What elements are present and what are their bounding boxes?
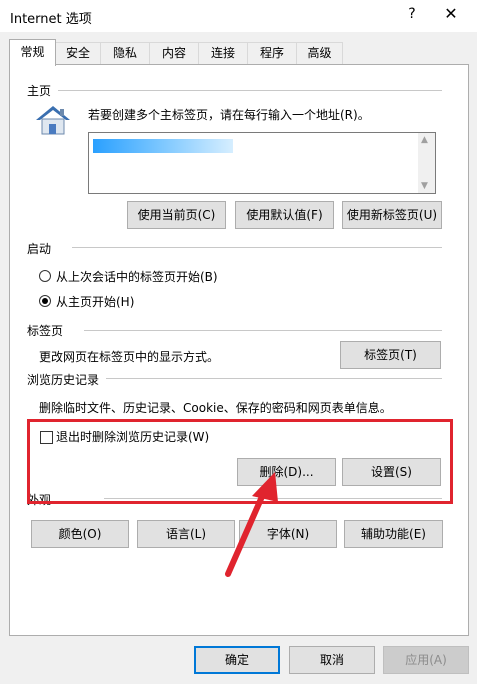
tabs-description: 更改网页在标签页中的显示方式。: [39, 350, 220, 364]
help-icon[interactable]: ?: [400, 6, 424, 26]
window-title: Internet 选项: [10, 12, 92, 27]
tab-advanced[interactable]: 高级: [296, 42, 343, 64]
home-icon: [36, 106, 70, 135]
annotation-arrow: [225, 472, 278, 577]
startup-section-label: 启动: [27, 242, 52, 256]
use-default-button[interactable]: 使用默认值(F): [235, 201, 334, 229]
apply-button[interactable]: 应用(A): [383, 646, 469, 674]
startup-home-radio[interactable]: [39, 295, 51, 307]
startup-separator: [72, 247, 442, 248]
tabs-settings-button[interactable]: 标签页(T): [340, 341, 441, 369]
home-separator: [58, 90, 442, 91]
home-input-scrollbar[interactable]: ▲ ▼: [418, 133, 435, 193]
tabs-separator: [84, 330, 442, 331]
use-new-tab-button[interactable]: 使用新标签页(U): [342, 201, 442, 229]
colors-button[interactable]: 颜色(O): [31, 520, 129, 548]
history-description: 删除临时文件、历史记录、Cookie、保存的密码和网页表单信息。: [39, 401, 392, 415]
tabs-section-label: 标签页: [27, 324, 64, 338]
ok-button[interactable]: 确定: [194, 646, 280, 674]
tab-privacy[interactable]: 隐私: [100, 42, 150, 64]
tab-security[interactable]: 安全: [55, 42, 101, 64]
tab-connections[interactable]: 连接: [198, 42, 248, 64]
home-url-text: [93, 139, 233, 153]
home-instruction: 若要创建多个主标签页，请在每行输入一个地址(R)。: [88, 108, 370, 122]
tab-general[interactable]: 常规: [9, 39, 56, 66]
title-bar: Internet 选项 ? ✕: [0, 0, 477, 32]
close-icon[interactable]: ✕: [436, 4, 466, 28]
scroll-up-icon[interactable]: ▲: [421, 135, 428, 145]
startup-last-session-radio[interactable]: [39, 270, 51, 282]
history-section-label: 浏览历史记录: [27, 373, 100, 387]
tab-programs[interactable]: 程序: [247, 42, 297, 64]
startup-home-label[interactable]: 从主页开始(H): [56, 293, 134, 310]
scroll-down-icon[interactable]: ▼: [421, 181, 428, 191]
history-separator: [106, 378, 442, 379]
cancel-button[interactable]: 取消: [289, 646, 375, 674]
accessibility-button[interactable]: 辅助功能(E): [344, 520, 443, 548]
home-pages-input[interactable]: ▲ ▼: [88, 132, 436, 194]
home-section-label: 主页: [27, 84, 52, 98]
use-current-button[interactable]: 使用当前页(C): [127, 201, 226, 229]
tab-content[interactable]: 内容: [149, 42, 199, 64]
startup-last-session-label[interactable]: 从上次会话中的标签页开始(B): [56, 268, 218, 285]
